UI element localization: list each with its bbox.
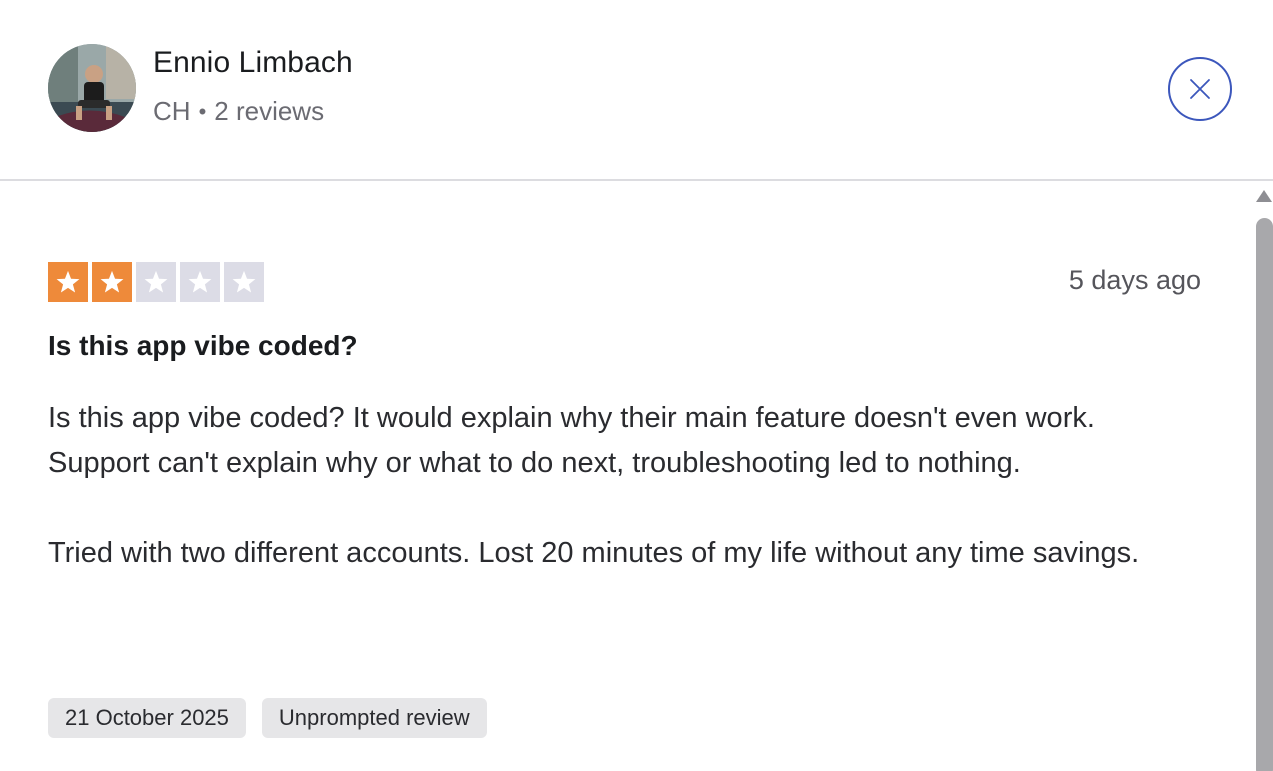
meta-separator: •	[198, 98, 207, 124]
review-date-tag: 21 October 2025	[48, 698, 246, 738]
review-paragraph: Tried with two different accounts. Lost …	[48, 537, 1140, 569]
scrollbar-thumb[interactable]	[1256, 218, 1273, 771]
star-icon	[188, 270, 212, 293]
review-body: Is this app vibe coded? It would explain…	[48, 396, 1198, 576]
star-filled	[92, 262, 132, 302]
reviewer-country: CH	[153, 96, 191, 126]
star-empty	[180, 262, 220, 302]
reviewer-meta: CH • 2 reviews	[153, 96, 324, 127]
review-title: Is this app vibe coded?	[48, 330, 358, 361]
star-icon	[144, 270, 168, 293]
star-empty	[136, 262, 176, 302]
close-icon	[1190, 79, 1210, 99]
review-tags: 21 October 2025 Unprompted review	[48, 698, 487, 738]
star-empty	[224, 262, 264, 302]
review-paragraph: Is this app vibe coded? It would explain…	[48, 402, 1095, 479]
review-modal: Ennio Limbach CH • 2 reviews 5 days ago …	[0, 0, 1273, 771]
reviewer-name[interactable]: Ennio Limbach	[153, 46, 353, 80]
avatar	[48, 44, 136, 132]
star-icon	[100, 270, 124, 293]
star-icon	[232, 270, 256, 293]
modal-header: Ennio Limbach CH • 2 reviews	[0, 0, 1273, 181]
unprompted-review-tag[interactable]: Unprompted review	[261, 698, 487, 738]
review-relative-date: 5 days ago	[1068, 265, 1201, 295]
star-icon	[56, 270, 80, 293]
reviewer-review-count[interactable]: 2 reviews	[214, 96, 324, 127]
star-rating	[48, 262, 264, 302]
close-button[interactable]	[1168, 57, 1232, 121]
star-filled	[48, 262, 88, 302]
scroll-up-arrow-icon[interactable]	[1256, 190, 1272, 202]
